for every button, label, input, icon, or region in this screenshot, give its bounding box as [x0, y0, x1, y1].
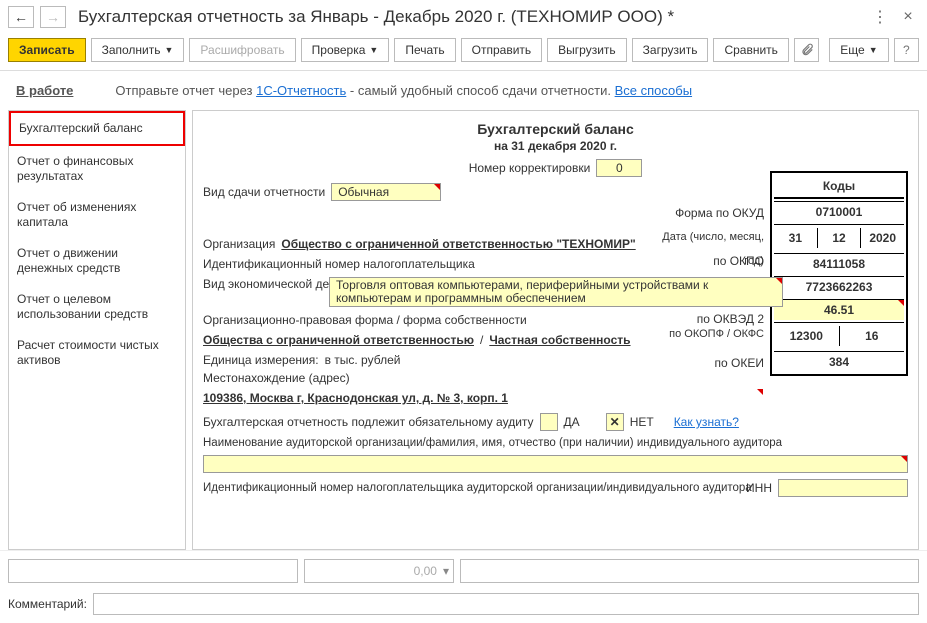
fill-button[interactable]: Заполнить ▼	[91, 38, 185, 62]
sidebar-item-capital[interactable]: Отчет об изменениях капитала	[9, 192, 185, 238]
code-okpo: 84111058	[774, 253, 904, 274]
comment-input[interactable]	[93, 593, 919, 615]
auditor-inn-field[interactable]	[778, 479, 908, 497]
link-1c[interactable]: 1С-Отчетность	[256, 83, 346, 98]
footer-text-1[interactable]	[8, 559, 298, 583]
submit-type-field[interactable]: Обычная	[331, 183, 441, 201]
menu-icon[interactable]: ⋮	[869, 6, 891, 28]
help-icon[interactable]: ?	[894, 38, 919, 62]
red-marker-icon	[757, 389, 763, 395]
auditor-inn-label: Идентификационный номер налогоплательщик…	[203, 482, 533, 495]
inn-label: Идентификационный номер налогоплательщик…	[203, 257, 475, 271]
sidebar-item-balance[interactable]: Бухгалтерский баланс	[9, 111, 185, 146]
fill-label: Заполнить	[102, 43, 161, 57]
corr-num-label: Номер корректировки	[469, 161, 591, 175]
audit-label: Бухгалтерская отчетность подлежит обязат…	[203, 415, 534, 429]
activity-field[interactable]: Торговля оптовая компьютерами, периферий…	[329, 277, 783, 307]
addr-value[interactable]: 109386, Москва г, Краснодонская ул, д. №…	[203, 391, 763, 405]
form-date: на 31 декабря 2020 г.	[203, 139, 908, 153]
legal-form-label: Организационно-правовая форма / форма со…	[203, 313, 527, 327]
more-label: Еще	[840, 43, 864, 57]
link-all-ways[interactable]: Все способы	[615, 83, 692, 98]
audit-yes-label: ДА	[564, 415, 580, 429]
check-label: Проверка	[312, 43, 366, 57]
activity-label: Вид экономической деятельности	[203, 277, 323, 291]
unit-label: Единица измерения:	[203, 353, 319, 367]
audit-no-label: НЕТ	[630, 415, 654, 429]
auditor-name-field[interactable]	[203, 455, 908, 473]
forward-button[interactable]: →	[40, 6, 66, 28]
legal-form2: Частная собственность	[489, 333, 630, 347]
org-label: Организация	[203, 237, 275, 251]
sidebar: Бухгалтерский баланс Отчет о финансовых …	[8, 110, 186, 550]
back-button[interactable]: ←	[8, 6, 34, 28]
audit-link[interactable]: Как узнать?	[674, 415, 739, 429]
auditor-label: Наименование аудиторской организации/фам…	[203, 437, 782, 449]
chevron-down-icon: ▼	[369, 45, 378, 55]
window-title: Бухгалтерская отчетность за Январь - Дек…	[72, 7, 863, 27]
code-month: 12	[818, 228, 862, 248]
check-button[interactable]: Проверка▼	[301, 38, 390, 62]
send-button[interactable]: Отправить	[461, 38, 543, 62]
sidebar-item-fin-results[interactable]: Отчет о финансовых результатах	[9, 146, 185, 192]
code-okfs: 16	[840, 326, 905, 346]
print-button[interactable]: Печать	[394, 38, 455, 62]
code-okopf: 12300	[774, 326, 840, 346]
sidebar-item-target-use[interactable]: Отчет о целевом использовании средств	[9, 284, 185, 330]
load-button[interactable]: Загрузить	[632, 38, 709, 62]
compare-button[interactable]: Сравнить	[713, 38, 788, 62]
code-okei: 384	[774, 351, 904, 372]
footer-text-2[interactable]	[460, 559, 919, 583]
unload-button[interactable]: Выгрузить	[547, 38, 627, 62]
comment-label: Комментарий:	[8, 597, 87, 611]
org-field[interactable]: Общество с ограниченной ответственностью…	[281, 237, 635, 251]
code-year: 2020	[861, 228, 904, 248]
audit-yes-check[interactable]	[540, 413, 558, 431]
more-button[interactable]: Еще ▼	[829, 38, 888, 62]
code-inn: 7723662263	[774, 276, 904, 297]
audit-no-check[interactable]: ✕	[606, 413, 624, 431]
close-icon[interactable]: ×	[897, 6, 919, 28]
sidebar-item-cash-flow[interactable]: Отчет о движении денежных средств	[9, 238, 185, 284]
form-area: Бухгалтерский баланс на 31 декабря 2020 …	[192, 110, 919, 550]
chevron-down-icon: ▼	[165, 45, 174, 55]
codes-table: Коды 0710001 31122020 84111058 772366226…	[770, 171, 908, 376]
code-okved[interactable]: 46.51	[774, 299, 904, 320]
footer-num[interactable]: 0,00▾	[304, 559, 454, 583]
chevron-down-icon: ▼	[869, 45, 878, 55]
save-button[interactable]: Записать	[8, 38, 86, 62]
corr-num-field[interactable]: 0	[596, 159, 642, 177]
legal-form1: Общества с ограниченной ответственностью	[203, 333, 474, 347]
addr-label: Местонахождение (адрес)	[203, 371, 350, 385]
code-okud: 0710001	[774, 201, 904, 222]
code-day: 31	[774, 228, 818, 248]
submit-type-label: Вид сдачи отчетности	[203, 185, 325, 199]
form-heading: Бухгалтерский баланс	[203, 121, 908, 137]
decode-button[interactable]: Расшифровать	[189, 38, 295, 62]
codes-header: Коды	[774, 175, 904, 199]
unit-value: в тыс. рублей	[325, 353, 401, 367]
sidebar-item-net-assets[interactable]: Расчет стоимости чистых активов	[9, 330, 185, 376]
inn-short-label: ИНН	[746, 481, 772, 495]
status-label[interactable]: В работе	[16, 83, 73, 98]
info-text: Отправьте отчет через 1С-Отчетность - са…	[115, 83, 692, 98]
attach-icon[interactable]	[794, 38, 819, 62]
